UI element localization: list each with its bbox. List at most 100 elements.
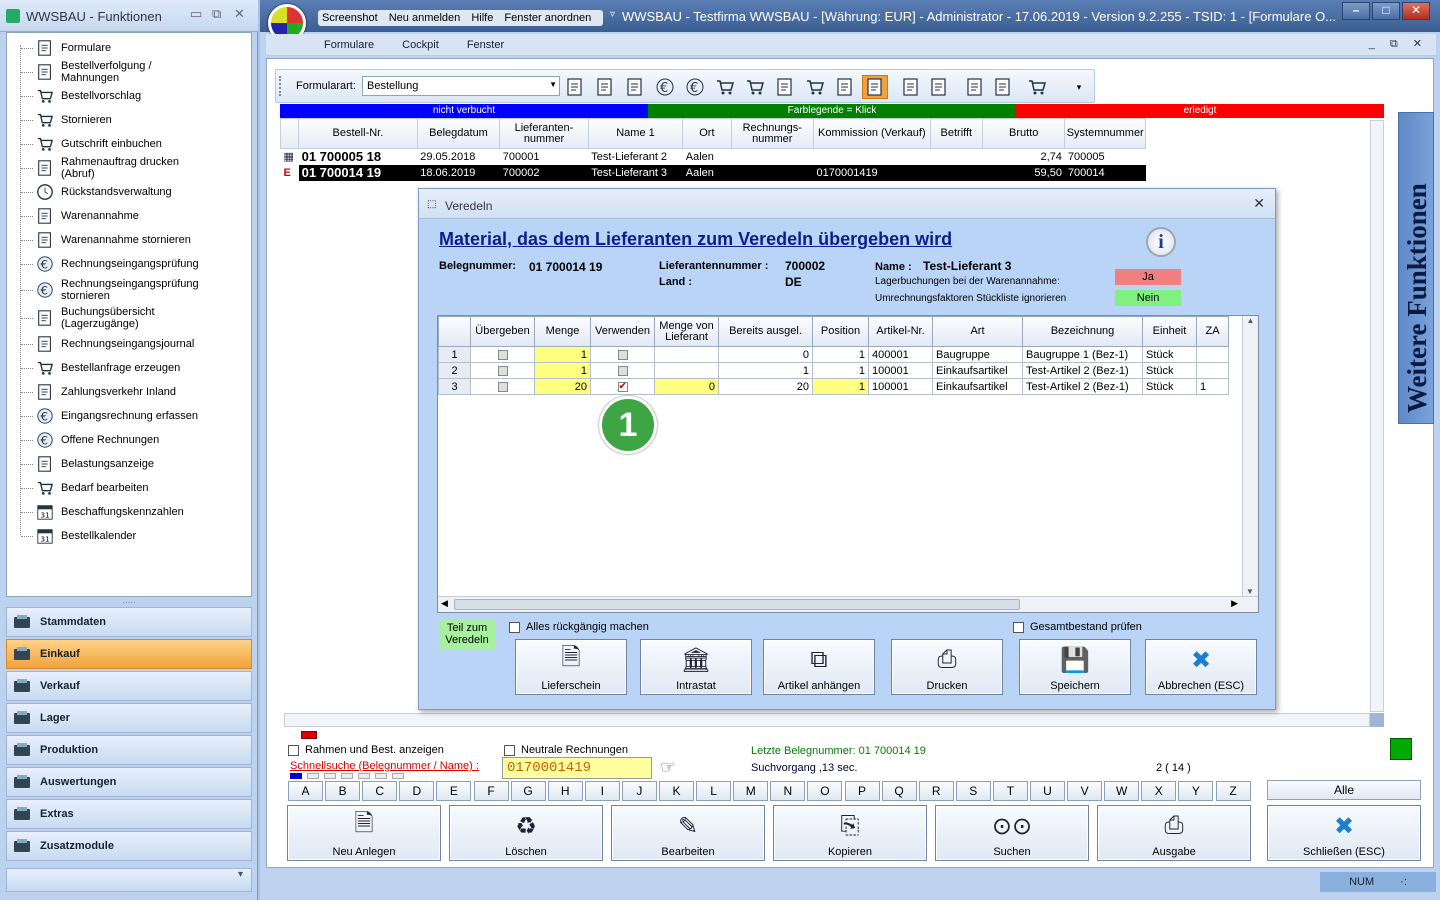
letter-t[interactable]: T — [992, 781, 1028, 801]
grid-col-8[interactable]: Art — [932, 316, 1023, 347]
kopierenbutton[interactable]: ⎘ Kopieren — [773, 805, 927, 861]
grid-cell-verw[interactable]: ✔ — [590, 378, 655, 395]
letter-x[interactable]: X — [1141, 781, 1177, 801]
menu-fenster[interactable]: Fenster — [467, 39, 504, 51]
col-brutto[interactable]: Brutto — [981, 118, 1066, 149]
verwenden-checkbox[interactable]: ✔ — [617, 381, 628, 392]
grid-row[interactable]: 2 1 1 1 100001 Einkaufsartikel Test-Artikel 2 … — [438, 362, 1229, 379]
col-betrifft[interactable]: Betrifft — [929, 118, 983, 149]
bearbeitenbutton[interactable]: ✎ Bearbeiten — [611, 805, 765, 861]
color-legend[interactable]: nicht verbucht Farblegende = Klick erled… — [280, 104, 1384, 118]
grid-cell-menge[interactable]: 20 — [534, 378, 591, 395]
letter-w[interactable]: W — [1104, 781, 1140, 801]
letter-l[interactable]: L — [696, 781, 732, 801]
col-systemnummer[interactable]: Systemnummer — [1064, 118, 1146, 149]
letter-m[interactable]: M — [733, 781, 769, 801]
page-split-icon[interactable] — [990, 75, 1016, 99]
grid-col-9[interactable]: Bezeichnung — [1022, 316, 1143, 347]
legend-nicht-verbucht[interactable]: nicht verbucht — [280, 104, 648, 118]
maximize-icon[interactable]: □ — [1372, 2, 1400, 20]
tree-item-17[interactable]: Belastungsanzeige — [21, 453, 211, 475]
grid-cell-mvl[interactable]: 0 — [654, 378, 719, 395]
alles-rueckgaengig-box[interactable] — [509, 621, 520, 633]
neutrale-checkbox[interactable]: Neutrale Rechnungen — [504, 744, 628, 756]
close-icon[interactable]: ✕ — [1402, 2, 1430, 20]
letter-h[interactable]: H — [547, 781, 583, 801]
euro-icon[interactable]: € — [652, 75, 678, 99]
tree-item-15[interactable]: € Eingangsrechnung erfassen — [21, 405, 211, 427]
info-icon[interactable]: i — [1146, 227, 1176, 257]
nav-stammdaten[interactable]: Stammdaten — [6, 607, 252, 637]
col-kommission[interactable]: Kommission (Verkauf) — [813, 118, 931, 149]
letter-c[interactable]: C — [362, 781, 398, 801]
letter-d[interactable]: D — [399, 781, 435, 801]
schließen-esc-button[interactable]: ✖ Schließen (ESC) — [1267, 805, 1421, 861]
tree-item-10[interactable]: € Rechnungseingangsprüfung stornieren — [21, 277, 211, 303]
legend-erledigt[interactable]: erledigt — [1016, 104, 1384, 118]
artikel-anhängenbutton[interactable]: ⧉ Artikel anhängen — [763, 639, 875, 695]
euro-cancel-icon[interactable]: € — [682, 75, 708, 99]
mdi-controls[interactable]: _ ⧉ ✕ — [1369, 37, 1428, 51]
scroll-down-icon[interactable]: ▼ — [1243, 587, 1257, 596]
col-lieferantennr[interactable]: Lieferanten-nummer — [499, 118, 589, 149]
col-rechnungsnr[interactable]: Rechnungs-nummer — [730, 118, 815, 149]
alle-button[interactable]: Alle — [1267, 780, 1421, 800]
letter-k[interactable]: K — [659, 781, 694, 801]
page-icon[interactable] — [962, 75, 988, 99]
letter-s[interactable]: S — [955, 781, 991, 801]
menu-hilfe[interactable]: Hilfe — [471, 12, 493, 24]
tree-item-8[interactable]: Warenannahme stornieren — [21, 229, 211, 251]
table-row[interactable]: E 01 700014 19 18.06.2019 700002 Test-Liefer… — [280, 164, 1146, 181]
minimize-icon[interactable]: ▭ — [190, 6, 202, 22]
scroll-up-icon[interactable]: ▲ — [1243, 316, 1258, 325]
tree-item-16[interactable]: € Offene Rechnungen — [21, 429, 211, 451]
book-icon[interactable] — [772, 75, 798, 99]
menu-neu-anmelden[interactable]: Neu anmelden — [389, 12, 461, 24]
grid-cell-ueb[interactable] — [470, 362, 535, 379]
table-row[interactable]: ▦ 01 700005 18 29.05.2018 700001 Test-Liefer… — [280, 148, 1146, 165]
intrastatbutton[interactable]: 🏛 Intrastat — [640, 639, 752, 695]
druckenbutton[interactable]: ⎙ Drucken — [891, 639, 1003, 695]
grid-col-3[interactable]: Verwenden — [590, 316, 655, 347]
basket-icon[interactable] — [1024, 75, 1050, 99]
nav-lager[interactable]: Lager — [6, 703, 252, 733]
nav-verkauf[interactable]: Verkauf — [6, 671, 252, 701]
grid-col-6[interactable]: Position — [812, 316, 869, 347]
close-icon[interactable]: ✕ — [234, 6, 245, 22]
grid-cell-mvl[interactable] — [654, 346, 719, 363]
col-belegdatum[interactable]: Belegdatum — [416, 118, 501, 149]
grid-col-0[interactable] — [438, 316, 471, 347]
cart-list-icon[interactable] — [802, 75, 828, 99]
tree-item-14[interactable]: Zahlungsverkehr Inland — [21, 381, 211, 403]
neu-anlegenbutton[interactable]: 🗎 Neu Anlegen — [287, 805, 441, 861]
letter-o[interactable]: O — [807, 781, 843, 801]
letter-z[interactable]: Z — [1215, 781, 1251, 801]
speichernbutton[interactable]: 💾 Speichern — [1019, 639, 1131, 695]
close-icon[interactable]: ✕ — [1253, 195, 1265, 212]
forms-vertical-scrollbar[interactable] — [1370, 120, 1384, 712]
letter-f[interactable]: F — [473, 781, 509, 801]
uebergeben-checkbox[interactable] — [497, 365, 508, 376]
formart-select[interactable]: Bestellung ▼ — [362, 76, 560, 96]
cart-cancel-icon[interactable] — [742, 75, 768, 99]
legend-farblegende[interactable]: Farblegende = Klick — [648, 104, 1016, 118]
letter-r[interactable]: R — [918, 781, 954, 801]
tree-item-19[interactable]: 31 Beschaffungskennzahlen — [21, 501, 211, 523]
minimize-icon[interactable]: – — [1342, 2, 1370, 20]
clipboard-icon[interactable] — [562, 75, 588, 99]
uebergeben-checkbox[interactable] — [497, 349, 508, 360]
restore-icon[interactable]: ⧉ — [212, 6, 221, 22]
schnellsuche-tabs[interactable] — [290, 773, 440, 779]
letter-n[interactable]: N — [770, 781, 806, 801]
umr-flag[interactable]: Nein — [1115, 290, 1181, 306]
nav-auswertungen[interactable]: Auswertungen — [6, 767, 252, 797]
info-doc-icon[interactable] — [832, 75, 858, 99]
pointing-hand-icon[interactable]: ☞ — [660, 757, 676, 778]
grid-col-5[interactable]: Bereits ausgel. — [718, 316, 813, 347]
neutrale-checkbox-box[interactable] — [504, 744, 515, 756]
nav-einkauf[interactable]: Einkauf — [6, 639, 252, 669]
tree-item-11[interactable]: Buchungsübersicht (Lagerzugänge) — [21, 305, 211, 331]
uebergeben-checkbox[interactable] — [497, 381, 508, 392]
grid-cell-verw[interactable] — [590, 362, 655, 379]
grid-cell-mvl[interactable] — [654, 362, 719, 379]
